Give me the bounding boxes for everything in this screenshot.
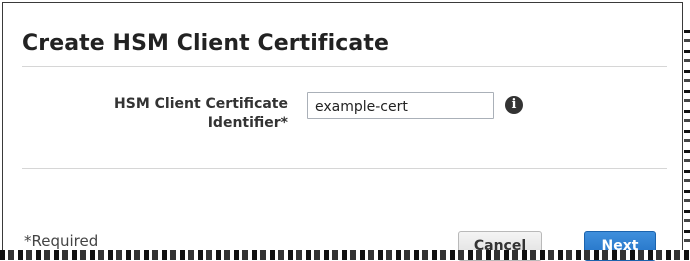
section-divider [22,168,667,169]
hsm-certificate-identifier-input[interactable] [307,92,494,119]
hsm-certificate-identifier-label: HSM Client Certificate Identifier* [114,96,288,131]
background-edge-strip [684,30,690,255]
background-edge-bar [0,250,690,260]
title-divider [22,66,667,67]
create-hsm-client-certificate-dialog: Create HSM Client Certificate HSM Client… [2,2,683,261]
dialog-title: Create HSM Client Certificate [22,31,389,56]
info-icon[interactable]: i [505,96,523,114]
required-note: *Required [24,232,99,250]
